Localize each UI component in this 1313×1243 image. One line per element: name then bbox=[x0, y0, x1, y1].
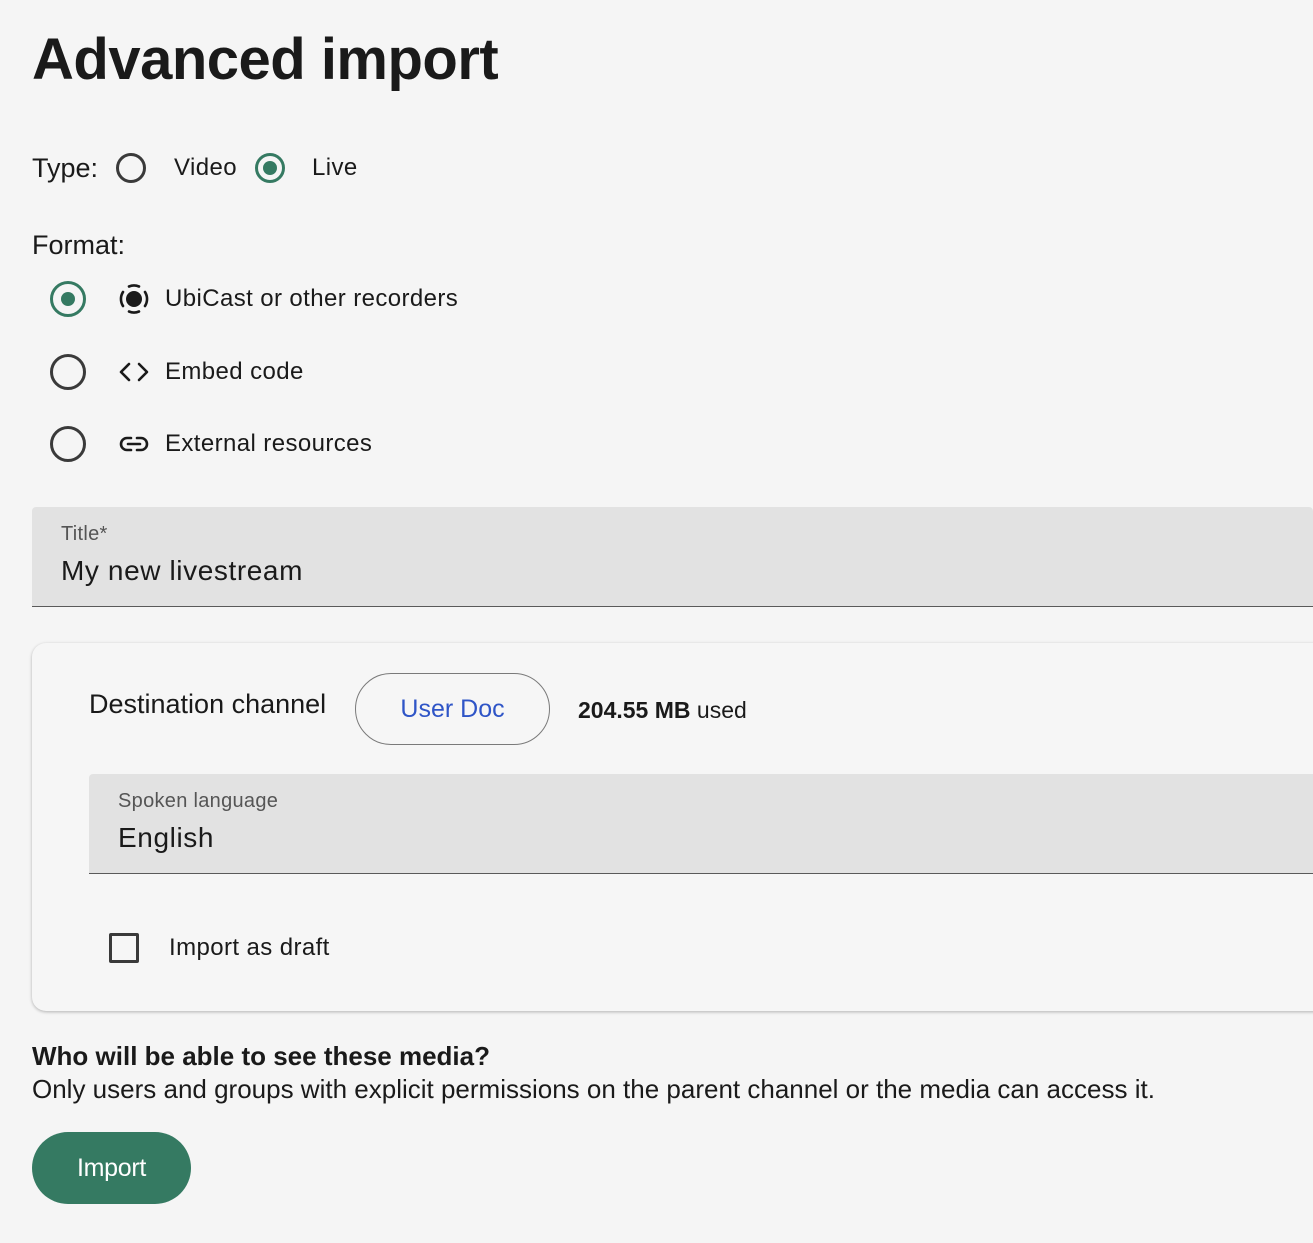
recorder-icon bbox=[115, 280, 153, 318]
title-input[interactable]: My new livestream bbox=[61, 555, 303, 587]
spoken-language-value[interactable]: English bbox=[118, 822, 214, 854]
format-recorders-radio[interactable] bbox=[50, 281, 86, 317]
format-option-recorders[interactable]: UbiCast or other recorders bbox=[50, 279, 458, 319]
import-as-draft-option[interactable]: Import as draft bbox=[109, 931, 330, 965]
type-selector: Type: Video Live bbox=[32, 146, 358, 190]
storage-amount: 204.55 MB bbox=[578, 697, 691, 723]
visibility-title: Who will be able to see these media? bbox=[32, 1041, 490, 1071]
import-as-draft-label[interactable]: Import as draft bbox=[169, 934, 330, 962]
format-recorders-label[interactable]: UbiCast or other recorders bbox=[165, 285, 458, 313]
import-as-draft-checkbox[interactable] bbox=[109, 933, 139, 963]
page-title: Advanced import bbox=[32, 27, 499, 92]
spoken-language-select[interactable]: Spoken language English bbox=[89, 774, 1313, 874]
format-embed-label[interactable]: Embed code bbox=[165, 358, 304, 386]
format-label: Format: bbox=[32, 230, 126, 260]
destination-channel-label: Destination channel bbox=[89, 689, 327, 719]
destination-card: Destination channel User Doc 204.55 MB u… bbox=[32, 643, 1313, 1011]
type-label: Type: bbox=[32, 152, 99, 183]
destination-channel-button[interactable]: User Doc bbox=[355, 673, 550, 745]
type-live-radio[interactable] bbox=[255, 153, 285, 183]
storage-suffix: used bbox=[696, 697, 747, 723]
type-live-label[interactable]: Live bbox=[312, 154, 358, 182]
title-field[interactable]: Title* My new livestream bbox=[32, 507, 1313, 607]
format-external-label[interactable]: External resources bbox=[165, 430, 372, 458]
format-option-external[interactable]: External resources bbox=[50, 424, 372, 464]
type-video-radio[interactable] bbox=[116, 153, 147, 183]
format-embed-radio[interactable] bbox=[50, 354, 86, 390]
code-icon bbox=[115, 353, 153, 391]
spoken-language-label: Spoken language bbox=[118, 790, 279, 812]
format-external-radio[interactable] bbox=[50, 426, 86, 462]
type-video-label[interactable]: Video bbox=[174, 154, 237, 182]
storage-usage: 204.55 MB used bbox=[578, 697, 747, 724]
title-field-label: Title* bbox=[61, 523, 108, 545]
visibility-description: Only users and groups with explicit perm… bbox=[32, 1074, 1155, 1104]
advanced-import-page: Advanced import Type: Video Live Format:… bbox=[0, 0, 1313, 1243]
import-button[interactable]: Import bbox=[32, 1132, 191, 1204]
link-icon bbox=[115, 425, 153, 463]
format-option-embed[interactable]: Embed code bbox=[50, 352, 304, 392]
